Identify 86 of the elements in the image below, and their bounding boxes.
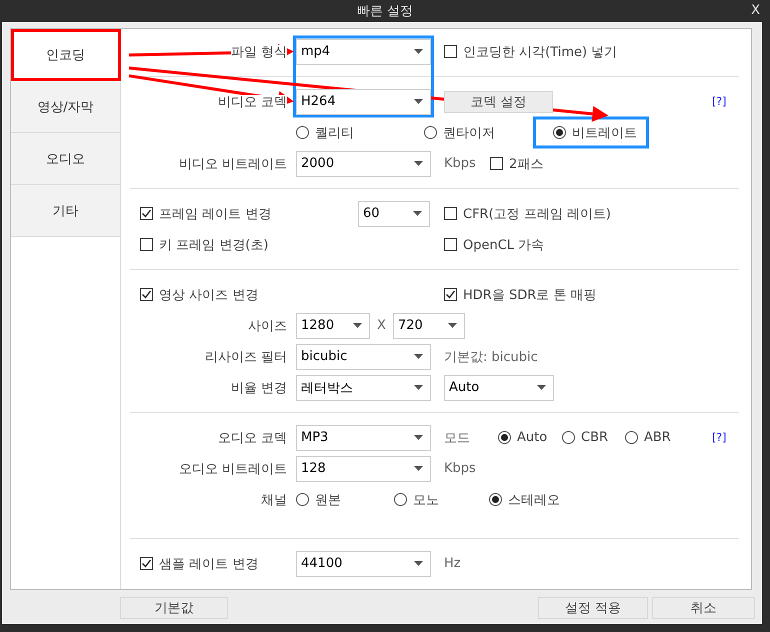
radio-label[interactable]: 스테레오: [508, 490, 560, 508]
checkbox[interactable]: [444, 288, 457, 301]
radio-button[interactable]: [562, 431, 575, 444]
field-label: 오디오 코덱: [218, 430, 287, 446]
radio-label[interactable]: 모노: [413, 490, 439, 508]
field-note: Kbps: [444, 156, 476, 171]
dropdown[interactable]: bicubic: [296, 344, 431, 370]
caret-icon: [353, 323, 362, 328]
close-button[interactable]: X: [751, 3, 760, 18]
radio-label[interactable]: Auto: [517, 430, 548, 445]
checkbox-label[interactable]: CFR(고정 프레임 레이트): [463, 204, 611, 222]
dialog-button[interactable]: 취소: [652, 597, 755, 619]
dialog-button[interactable]: 설정 적용: [538, 597, 648, 619]
radio-button[interactable]: [424, 126, 437, 139]
radio-label[interactable]: 원본: [315, 490, 341, 508]
field-note: 기본값: bicubic: [444, 348, 538, 366]
field-note: 모드: [444, 430, 470, 446]
checkbox[interactable]: [140, 557, 153, 570]
dropdown[interactable]: 128: [296, 456, 431, 482]
radio-button[interactable]: [553, 126, 566, 139]
radio-button[interactable]: [296, 493, 309, 506]
radio-label[interactable]: 퀀타이저: [443, 124, 495, 142]
radio-button[interactable]: [498, 431, 511, 444]
checkbox[interactable]: [444, 45, 457, 58]
dropdown[interactable]: 60: [358, 200, 430, 226]
field-label: 오디오 비트레이트: [178, 462, 287, 476]
field-label: 비디오 코덱: [218, 94, 287, 110]
dropdown[interactable]: mp4: [296, 38, 431, 64]
sidebar-tab[interactable]: 기타: [11, 185, 121, 237]
field-label: 비디오 비트레이트: [178, 156, 287, 172]
checkbox[interactable]: [140, 207, 153, 220]
radio-label[interactable]: 비트레이트: [572, 124, 637, 142]
dropdown[interactable]: 720: [393, 312, 465, 338]
checkbox-label[interactable]: OpenCL 가속: [463, 236, 544, 254]
dropdown[interactable]: 레터박스: [296, 374, 431, 400]
codec-settings-button[interactable]: 코덱 설정: [444, 90, 553, 112]
dropdown[interactable]: H264: [296, 88, 431, 114]
checkbox-label[interactable]: 키 프레임 변경(초): [159, 236, 268, 254]
checkbox-label[interactable]: 영상 사이즈 변경: [159, 286, 258, 304]
caret-icon: [414, 435, 423, 440]
checkbox-label[interactable]: 샘플 레이트 변경: [159, 554, 258, 572]
field-label: 파일 형식: [230, 44, 287, 60]
radio-button[interactable]: [296, 126, 309, 139]
sidebar-tab[interactable]: 오디오: [11, 133, 121, 185]
checkbox-label[interactable]: HDR을 SDR로 톤 매핑: [463, 286, 597, 304]
radio-label[interactable]: 퀄리티: [315, 124, 354, 142]
checkbox[interactable]: [490, 157, 503, 170]
checkbox-label[interactable]: 2패스: [509, 154, 544, 172]
caret-icon: [448, 323, 457, 328]
dropdown[interactable]: Auto: [444, 374, 554, 400]
field-note: Kbps: [444, 461, 476, 476]
caret-icon: [414, 161, 423, 166]
checkbox[interactable]: [140, 238, 153, 251]
caret-icon: [537, 385, 546, 390]
field-note: Hz: [444, 556, 461, 571]
caret-icon: [414, 466, 423, 471]
caret-icon: [414, 561, 423, 566]
radio-button[interactable]: [625, 431, 638, 444]
checkbox-label[interactable]: 인코딩한 시각(Time) 넣기: [463, 42, 618, 60]
caret-icon: [414, 354, 423, 359]
window-title: 빠른 설정: [356, 3, 414, 20]
dropdown[interactable]: MP3: [296, 424, 431, 450]
field-note: X: [377, 318, 386, 333]
checkbox[interactable]: [444, 207, 457, 220]
dropdown[interactable]: 2000: [296, 150, 431, 176]
radio-label[interactable]: CBR: [581, 430, 608, 445]
dialog-button[interactable]: 기본값: [120, 597, 228, 619]
field-label: 사이즈: [248, 318, 287, 334]
field-label: 비율 변경: [230, 380, 287, 396]
caret-icon: [414, 99, 423, 104]
caret-icon: [414, 49, 423, 54]
radio-label[interactable]: ABR: [644, 430, 671, 445]
dropdown[interactable]: 44100: [296, 550, 431, 576]
radio-button[interactable]: [394, 493, 407, 506]
checkbox[interactable]: [444, 238, 457, 251]
caret-icon: [413, 211, 422, 216]
checkbox[interactable]: [140, 288, 153, 301]
checkbox-label[interactable]: 프레임 레이트 변경: [159, 204, 272, 222]
caret-icon: [414, 385, 423, 390]
help-link[interactable]: [?]: [712, 95, 726, 108]
sidebar-tab[interactable]: 영상/자막: [11, 81, 121, 133]
field-label: 리사이즈 필터: [204, 350, 287, 364]
radio-button[interactable]: [489, 493, 502, 506]
dropdown[interactable]: 1280: [296, 312, 370, 338]
field-label: 채널: [261, 492, 287, 508]
help-link[interactable]: [?]: [712, 431, 726, 444]
